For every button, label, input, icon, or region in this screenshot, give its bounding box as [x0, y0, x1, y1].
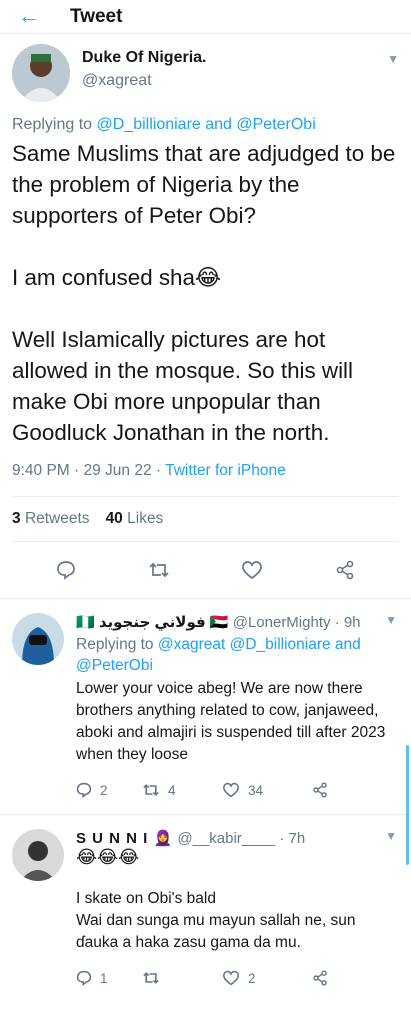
reply-text: I skate on Obi's bald Wai dan sunga mu m…: [76, 890, 356, 951]
tweet-source[interactable]: Twitter for iPhone: [165, 462, 286, 479]
retweet-button[interactable]: [142, 970, 222, 986]
reply-button[interactable]: 1: [76, 970, 142, 986]
reply-age: · 9h: [330, 614, 361, 631]
reply-tweet[interactable]: 🇳🇬 فولاني جنجويد 🇸🇩 @LonerMighty · 9h Re…: [0, 599, 411, 804]
page-title: Tweet: [70, 5, 123, 27]
reply-emojis: 😂😂😂: [76, 847, 140, 867]
author-handle[interactable]: @xagreat: [82, 72, 206, 90]
reply-age: · 7h: [275, 830, 306, 847]
reply-author-name[interactable]: 🇳🇬 فولاني جنجويد 🇸🇩: [76, 614, 229, 631]
reply-icon: [76, 970, 92, 986]
tweet-actions: [0, 542, 411, 598]
reply-tweet[interactable]: S U N N I 🧕 @__kabir____ · 7h 😂😂😂 I skat…: [0, 815, 411, 992]
avatar[interactable]: [12, 829, 64, 881]
like-icon: [222, 970, 240, 986]
retweet-icon: [143, 784, 159, 796]
tweet-time: 9:40 PM · 29 Jun 22 ·: [12, 462, 166, 479]
author-name[interactable]: Duke Of Nigeria.: [82, 49, 206, 67]
back-arrow-icon[interactable]: ←: [18, 4, 40, 28]
like-button[interactable]: 2: [222, 970, 312, 986]
avatar[interactable]: [12, 613, 64, 665]
retweet-button[interactable]: 4: [142, 782, 222, 798]
top-bar: ← Tweet: [0, 0, 411, 34]
like-icon[interactable]: [238, 556, 266, 584]
chevron-down-icon[interactable]: ▼: [387, 52, 399, 66]
chevron-down-icon[interactable]: ▼: [385, 829, 397, 843]
replying-to: Replying to @D_billioniare and @PeterObi: [12, 116, 316, 133]
reply-author-handle[interactable]: @__kabir____: [177, 830, 275, 847]
reply-author-name[interactable]: S U N N I 🧕: [76, 830, 173, 847]
reply-actions: 1 2: [76, 964, 399, 992]
like-icon: [222, 782, 240, 798]
replying-to-users[interactable]: @D_billioniare and @PeterObi: [97, 116, 316, 133]
avatar[interactable]: [12, 44, 70, 102]
retweets-stat[interactable]: 3 Retweets: [12, 510, 90, 528]
tweet-stats: 3 Retweets 40 Likes: [0, 497, 411, 541]
reply-actions: 2 4 34: [76, 776, 399, 804]
reply-text: Lower your voice abeg! We are now there …: [76, 680, 386, 763]
reply-author-handle[interactable]: @LonerMighty: [233, 614, 331, 631]
retweet-icon: [143, 972, 159, 984]
reply-icon[interactable]: [52, 556, 80, 584]
share-icon[interactable]: [331, 556, 359, 584]
chevron-down-icon[interactable]: ▼: [385, 613, 397, 627]
like-button[interactable]: 34: [222, 782, 312, 798]
share-button[interactable]: [312, 782, 378, 798]
main-tweet-header: Duke Of Nigeria. @xagreat ▼: [0, 34, 411, 102]
retweet-icon[interactable]: [145, 556, 173, 584]
reply-icon: [76, 782, 92, 798]
scrollbar[interactable]: [406, 745, 409, 865]
tweet-text: Same Muslims that are adjudged to be the…: [12, 141, 396, 445]
tweet-meta: 9:40 PM · 29 Jun 22 · Twitter for iPhone: [0, 448, 411, 480]
reply-button[interactable]: 2: [76, 782, 142, 798]
likes-stat[interactable]: 40 Likes: [106, 510, 164, 528]
share-button[interactable]: [312, 970, 378, 986]
